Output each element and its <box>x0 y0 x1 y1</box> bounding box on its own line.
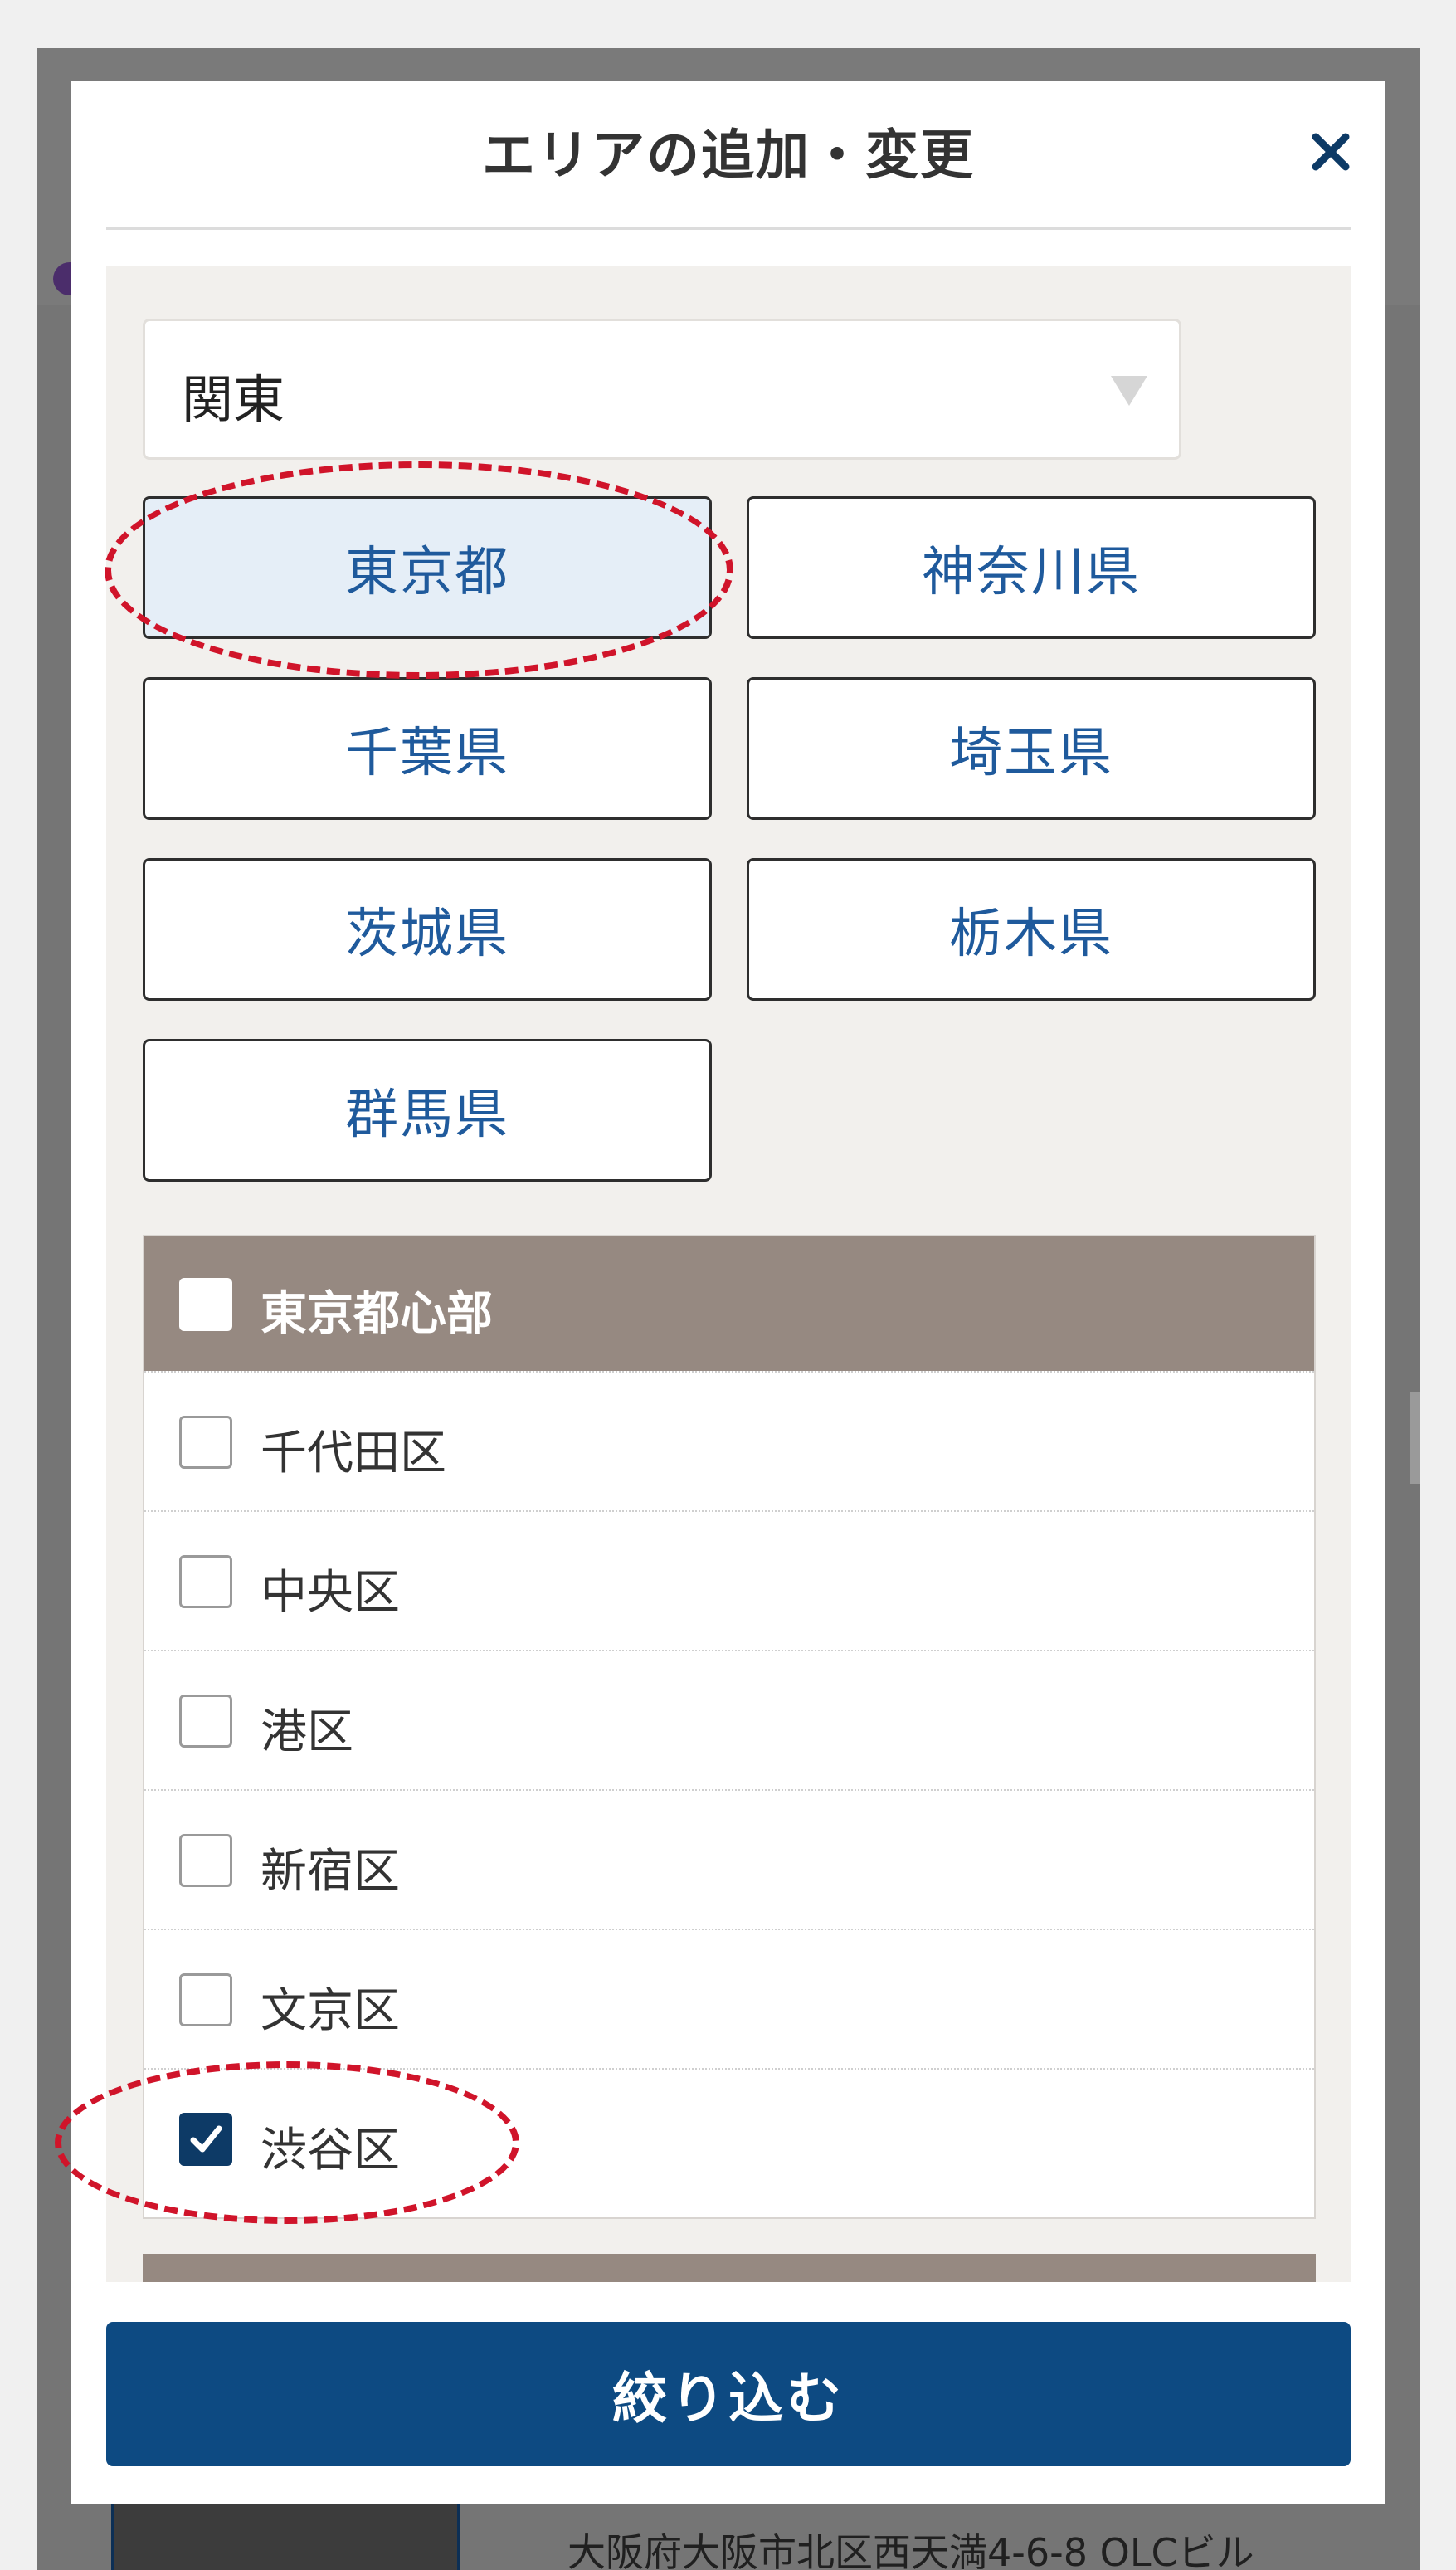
ward-row-shinjuku[interactable]: 新宿区 <box>144 1789 1314 1929</box>
area-group-header[interactable]: 東京都心部 <box>144 1236 1314 1371</box>
ward-label: 文京区 <box>261 1984 400 2038</box>
submit-label: 絞り込む <box>612 2367 845 2431</box>
ward-label: 千代田区 <box>261 1426 446 1480</box>
ward-row-minato[interactable]: 港区 <box>144 1650 1314 1789</box>
prefecture-button-kanagawa[interactable]: 神奈川県 <box>747 496 1316 639</box>
prefecture-label: 茨城県 <box>345 904 509 965</box>
ward-checkbox[interactable] <box>179 1555 232 1608</box>
background-address-line1: 大阪府大阪市北区西天満4-6-8 OLCビル <box>567 2530 1254 2570</box>
prefecture-button-gunma[interactable]: 群馬県 <box>143 1039 712 1182</box>
modal-title: エリアの追加・変更 <box>482 125 975 187</box>
modal-header: エリアの追加・変更 <box>71 81 1385 231</box>
prefecture-button-ibaraki[interactable]: 茨城県 <box>143 858 712 1001</box>
prefecture-button-tokyo[interactable]: 東京都 <box>143 496 712 639</box>
ward-checkbox-checked[interactable] <box>179 2113 232 2166</box>
close-icon <box>1312 133 1350 171</box>
area-group-label: 東京都心部 <box>261 1287 493 1341</box>
close-button[interactable] <box>1306 127 1356 177</box>
checkmark-icon <box>190 2125 222 2153</box>
ward-label: 港区 <box>261 1705 353 1759</box>
region-select[interactable]: 関東 <box>143 319 1181 460</box>
submit-button[interactable]: 絞り込む <box>106 2322 1351 2466</box>
prefecture-label: 群馬県 <box>345 1085 509 1146</box>
prefecture-button-saitama[interactable]: 埼玉県 <box>747 677 1316 820</box>
prefecture-button-chiba[interactable]: 千葉県 <box>143 677 712 820</box>
ward-label: 渋谷区 <box>261 2124 400 2177</box>
area-modal: エリアの追加・変更 関東 東京都 神奈川県 千葉県 埼玉県 茨城県 栃木県 群馬… <box>71 81 1385 2504</box>
filter-panel: 関東 東京都 神奈川県 千葉県 埼玉県 茨城県 栃木県 群馬県 東京都心部 千代… <box>106 266 1351 2282</box>
ward-checkbox[interactable] <box>179 1973 232 2026</box>
ward-row-shibuya[interactable]: 渋谷区 <box>144 2068 1314 2207</box>
dropdown-arrow-icon <box>1111 376 1147 406</box>
ward-checkbox[interactable] <box>179 1834 232 1887</box>
region-select-value: 関東 <box>182 369 285 430</box>
ward-checkbox[interactable] <box>179 1695 232 1748</box>
ward-checkbox[interactable] <box>179 1416 232 1469</box>
next-area-group-header <box>143 2254 1316 2282</box>
ward-label: 中央区 <box>261 1566 400 1620</box>
prefecture-button-tochigi[interactable]: 栃木県 <box>747 858 1316 1001</box>
scrollbar <box>1410 1392 1420 1484</box>
ward-row-chiyoda[interactable]: 千代田区 <box>144 1371 1314 1510</box>
background-address: 大阪府大阪市北区西天満4-6-8 OLCビル6階 <box>567 2529 1254 2570</box>
area-group-checkbox[interactable] <box>179 1278 232 1331</box>
ward-row-chuo[interactable]: 中央区 <box>144 1510 1314 1650</box>
prefecture-label: 埼玉県 <box>949 723 1113 784</box>
prefecture-label: 神奈川県 <box>922 542 1141 603</box>
area-group: 東京都心部 千代田区 中央区 港区 新宿区 文京区 渋谷区 <box>143 1235 1316 2219</box>
prefecture-label: 東京都 <box>345 542 509 603</box>
header-divider <box>106 227 1351 230</box>
prefecture-label: 千葉県 <box>345 723 509 784</box>
prefecture-label: 栃木県 <box>949 904 1113 965</box>
ward-label: 新宿区 <box>261 1845 400 1899</box>
ward-row-bunkyo[interactable]: 文京区 <box>144 1929 1314 2068</box>
